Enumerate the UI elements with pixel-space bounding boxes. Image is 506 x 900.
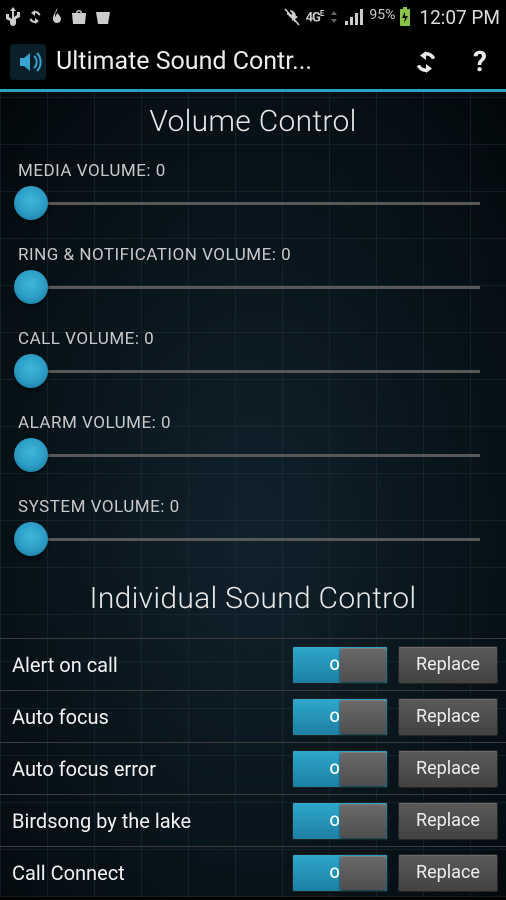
clock-label: 12:07 PM: [419, 6, 500, 29]
toggle-knob[interactable]: [340, 648, 386, 682]
volume-slider-block: ALARM VOLUME: 0: [0, 413, 506, 477]
usb-icon: [6, 7, 20, 27]
volume-slider[interactable]: [14, 517, 480, 561]
slider-track: [32, 454, 480, 457]
sound-name-label: Auto focus error: [12, 757, 292, 781]
sound-name-label: Birdsong by the lake: [12, 809, 292, 833]
volume-slider[interactable]: [14, 265, 480, 309]
toggle-knob[interactable]: [340, 752, 386, 786]
battery-icon: [399, 7, 411, 27]
vibrate-icon: [282, 8, 302, 26]
replace-button[interactable]: Replace: [398, 854, 498, 892]
slider-track: [32, 538, 480, 541]
replace-button[interactable]: Replace: [398, 646, 498, 684]
sync-icon: [26, 8, 44, 26]
flame-icon: [50, 8, 64, 26]
refresh-button[interactable]: [410, 46, 442, 78]
slider-track: [32, 370, 480, 373]
volume-slider[interactable]: [14, 433, 480, 477]
updown-icon: [327, 9, 341, 25]
slider-thumb[interactable]: [14, 354, 48, 388]
volume-slider-label: RING & NOTIFICATION VOLUME: 0: [18, 245, 480, 265]
volume-slider-block: RING & NOTIFICATION VOLUME: 0: [0, 245, 506, 309]
volume-slider-label: MEDIA VOLUME: 0: [18, 161, 480, 181]
app-bar: Ultimate Sound Contr... ?: [0, 34, 506, 92]
main-panel: Volume Control MEDIA VOLUME: 0 RING & NOT…: [0, 92, 506, 897]
sound-row: Birdsong by the lakeON Replace: [0, 794, 506, 846]
help-button[interactable]: ?: [464, 46, 496, 78]
status-bar: 4GE 95% 12:07 PM: [0, 0, 506, 34]
toggle-knob[interactable]: [340, 700, 386, 734]
sound-toggle[interactable]: ON: [292, 646, 388, 684]
volume-slider-block: SYSTEM VOLUME: 0: [0, 497, 506, 561]
individual-sound-heading: Individual Sound Control: [0, 581, 506, 616]
sound-toggle[interactable]: ON: [292, 854, 388, 892]
slider-thumb[interactable]: [14, 270, 48, 304]
volume-slider-block: MEDIA VOLUME: 0: [0, 161, 506, 225]
slider-thumb[interactable]: [14, 438, 48, 472]
toggle-knob[interactable]: [340, 856, 386, 890]
signal-icon: [345, 9, 363, 25]
slider-track: [32, 202, 480, 205]
sound-toggle[interactable]: ON: [292, 750, 388, 788]
slider-thumb[interactable]: [14, 522, 48, 556]
volume-slider-block: CALL VOLUME: 0: [0, 329, 506, 393]
volume-slider-label: SYSTEM VOLUME: 0: [18, 497, 480, 517]
volume-slider-label: CALL VOLUME: 0: [18, 329, 480, 349]
sound-row: Call ConnectON Replace: [0, 846, 506, 898]
volume-slider[interactable]: [14, 349, 480, 393]
volume-slider[interactable]: [14, 181, 480, 225]
sound-name-label: Alert on call: [12, 653, 292, 677]
sound-row: Auto focusON Replace: [0, 690, 506, 742]
play-store-icon: [94, 8, 112, 26]
sound-toggle[interactable]: ON: [292, 802, 388, 840]
svg-text:?: ?: [473, 46, 487, 78]
sound-row: Alert on callON Replace: [0, 638, 506, 690]
network-4g-icon: 4GE: [306, 9, 324, 25]
sound-name-label: Auto focus: [12, 705, 292, 729]
volume-control-heading: Volume Control: [0, 104, 506, 139]
slider-thumb[interactable]: [14, 186, 48, 220]
replace-button[interactable]: Replace: [398, 698, 498, 736]
app-logo-icon: [10, 44, 46, 80]
battery-pct-label: 95%: [369, 7, 395, 23]
slider-track: [32, 286, 480, 289]
replace-button[interactable]: Replace: [398, 750, 498, 788]
toggle-knob[interactable]: [340, 804, 386, 838]
sound-row: Auto focus errorON Replace: [0, 742, 506, 794]
app-title: Ultimate Sound Contr...: [56, 47, 388, 76]
sound-name-label: Call Connect: [12, 861, 292, 885]
replace-button[interactable]: Replace: [398, 802, 498, 840]
volume-slider-label: ALARM VOLUME: 0: [18, 413, 480, 433]
bag-icon: [70, 8, 88, 26]
sound-toggle[interactable]: ON: [292, 698, 388, 736]
